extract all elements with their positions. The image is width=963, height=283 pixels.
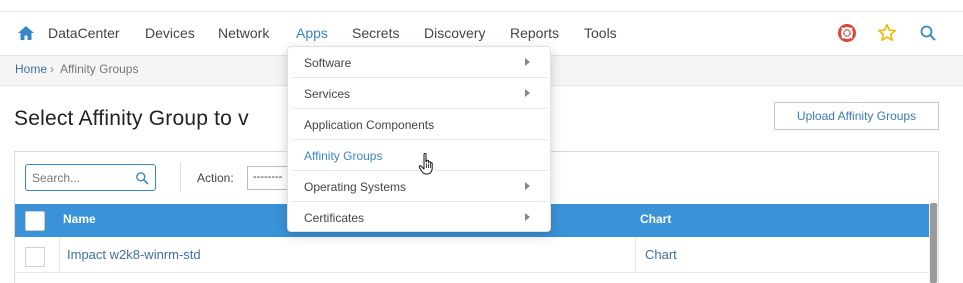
nav-item-secrets[interactable]: Secrets	[352, 25, 399, 41]
search-icon[interactable]	[918, 23, 938, 43]
nav-item-discovery[interactable]: Discovery	[424, 25, 485, 41]
nav-item-network[interactable]: Network	[218, 25, 269, 41]
nav-item-datacenter[interactable]: DataCenter	[48, 25, 120, 41]
menu-item-label: Software	[304, 56, 352, 70]
top-edge	[0, 0, 963, 12]
submenu-caret-icon	[525, 182, 530, 190]
menu-item-certificates[interactable]: Certificates	[292, 202, 548, 233]
row-checkbox[interactable]	[25, 247, 45, 267]
menu-item-label: Certificates	[304, 211, 365, 225]
submenu-caret-icon	[525, 58, 530, 66]
menu-item-services[interactable]: Services	[292, 78, 548, 109]
table-row: Impact w2k8-winrm-std Chart	[15, 237, 929, 273]
nav-item-tools[interactable]: Tools	[584, 25, 617, 41]
row-chart-link[interactable]: Chart	[645, 247, 677, 262]
toolbar-divider	[180, 162, 181, 192]
row-name-link[interactable]: Impact w2k8-winrm-std	[67, 247, 201, 262]
lifebuoy-icon[interactable]	[837, 23, 857, 43]
nav-item-reports[interactable]: Reports	[510, 25, 559, 41]
menu-item-application-components[interactable]: Application Components	[292, 109, 548, 140]
column-header-name[interactable]: Name	[63, 212, 96, 226]
star-icon[interactable]	[877, 23, 897, 43]
upload-affinity-groups-button[interactable]: Upload Affinity Groups	[774, 102, 939, 130]
apps-dropdown-menu: Software Services Application Components…	[287, 46, 551, 232]
select-all-checkbox[interactable]	[25, 211, 45, 231]
column-divider	[59, 237, 60, 273]
nav-item-devices[interactable]: Devices	[145, 25, 195, 41]
column-divider	[635, 237, 636, 273]
page-title: Select Affinity Group to v	[14, 107, 249, 130]
scrollbar-thumb[interactable]	[930, 203, 937, 283]
submenu-caret-icon	[525, 213, 530, 221]
search-input[interactable]	[32, 169, 132, 187]
breadcrumb-current: Affinity Groups	[60, 62, 139, 76]
hand-cursor-icon	[418, 152, 436, 176]
menu-item-label: Application Components	[304, 118, 435, 132]
breadcrumb-home-link[interactable]: Home	[15, 62, 47, 76]
menu-item-label: Affinity Groups	[304, 149, 383, 163]
submenu-caret-icon	[525, 89, 530, 97]
action-select[interactable]: --------	[247, 166, 289, 190]
action-label: Action:	[197, 171, 234, 185]
breadcrumb-separator: ›	[50, 62, 54, 76]
column-header-chart[interactable]: Chart	[640, 212, 671, 226]
search-submit-icon[interactable]	[135, 171, 149, 185]
table-scrollbar[interactable]	[929, 203, 938, 283]
menu-item-label: Operating Systems	[304, 180, 407, 194]
menu-item-software[interactable]: Software	[292, 47, 548, 78]
home-icon[interactable]	[17, 25, 35, 41]
nav-item-apps[interactable]: Apps	[296, 25, 328, 41]
search-box	[25, 164, 156, 191]
menu-item-label: Services	[304, 87, 351, 101]
